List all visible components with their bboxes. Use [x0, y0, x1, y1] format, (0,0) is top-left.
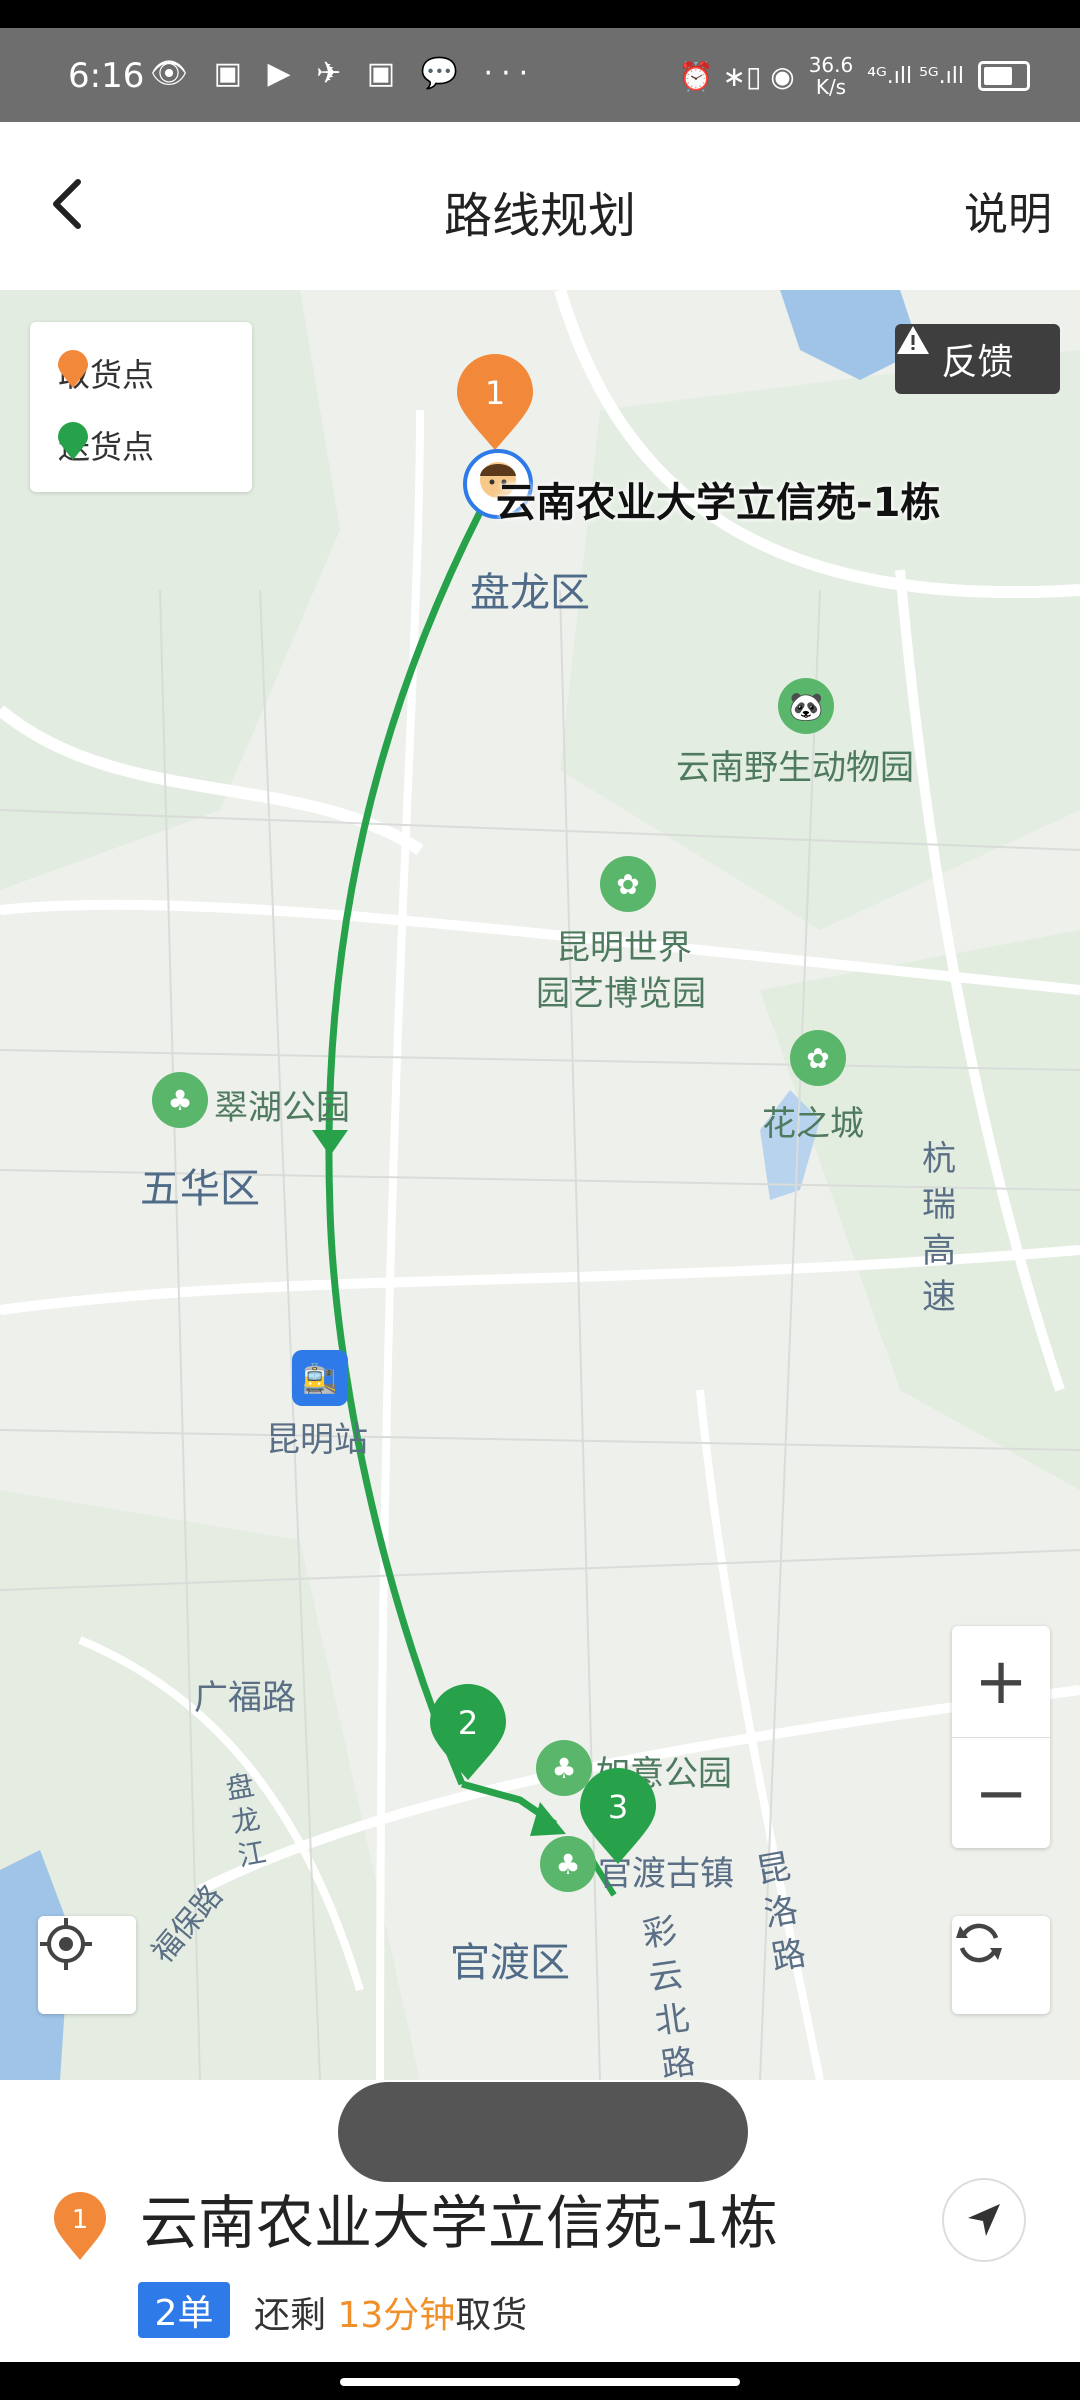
- pickup-number-pin-icon: 1: [54, 2192, 106, 2260]
- network-speed: 36.6 K/s: [809, 54, 854, 98]
- district-panlong: 盘龙区: [470, 570, 590, 616]
- poi-station-label: 昆明站: [266, 1420, 368, 1460]
- zoom-control: + −: [952, 1626, 1050, 1848]
- remain-suffix: 取货: [455, 2295, 528, 2336]
- battery-icon: [978, 61, 1030, 91]
- home-indicator[interactable]: [340, 2378, 740, 2386]
- remain-prefix: 还剩: [254, 2295, 327, 2336]
- poi-expo-label-2: 园艺博览园: [536, 974, 706, 1014]
- legend-dropoff: 送货点: [58, 422, 154, 468]
- network-speed-unit: K/s: [815, 75, 847, 99]
- marker-3-number: 3: [608, 1788, 628, 1826]
- district-guandu: 官渡区: [450, 1940, 570, 1986]
- warning-icon: [897, 326, 929, 354]
- status-bar-top: [0, 0, 1080, 28]
- pickup-countdown: 还剩 13分钟取货: [254, 2286, 527, 2338]
- station-icon[interactable]: 🚉: [292, 1350, 348, 1406]
- app-screen: 6:16 👁 ▣ ▶ ✈ ▣ 💬 ··· ⏰ ∗▯ ◉ 36.6 K/s ⁴ᴳ.…: [0, 0, 1080, 2400]
- cuihu-poi-icon[interactable]: ♣: [152, 1072, 208, 1128]
- explain-link[interactable]: 说明: [964, 178, 1052, 242]
- pickup-address: 云南农业大学立信苑-1栋: [140, 2189, 778, 2257]
- dropoff-pin-icon: [58, 422, 88, 460]
- order-count-badge: 2单: [138, 2282, 230, 2338]
- district-wuhua: 五华区: [140, 1166, 260, 1212]
- pickup-marker-1[interactable]: 1: [455, 352, 535, 450]
- zoom-out-button[interactable]: −: [952, 1738, 1050, 1849]
- dropoff-marker-3[interactable]: 3: [578, 1766, 658, 1864]
- refresh-icon: [956, 1923, 1002, 1963]
- status-bar: 6:16 👁 ▣ ▶ ✈ ▣ 💬 ··· ⏰ ∗▯ ◉ 36.6 K/s ⁴ᴳ.…: [0, 0, 1080, 122]
- sheet-drag-handle[interactable]: [338, 2082, 748, 2182]
- dropoff-marker-2[interactable]: 2: [428, 1682, 508, 1780]
- pickup-pin-icon: [58, 350, 88, 388]
- poi-zoo-label: 云南野生动物园: [676, 748, 914, 788]
- marker-1-number: 1: [485, 374, 505, 412]
- poi-expo-label-1: 昆明世界: [556, 928, 692, 968]
- feedback-button[interactable]: 反馈: [895, 324, 1060, 394]
- locate-button[interactable]: [38, 1916, 136, 2014]
- notification-icons: 👁 ▣ ▶ ✈ ▣ 💬 ···: [150, 56, 537, 91]
- zoo-poi-icon[interactable]: 🐼: [778, 678, 834, 734]
- legend-pickup: 取货点: [58, 350, 154, 396]
- poi-flower-label: 花之城: [762, 1104, 864, 1144]
- pickup-location-label: 云南农业大学立信苑-1栋: [496, 480, 941, 526]
- network-speed-value: 36.6: [808, 53, 854, 77]
- navigate-button[interactable]: [942, 2178, 1026, 2262]
- status-time: 6:16: [68, 56, 145, 96]
- crosshair-icon: [40, 1918, 92, 1970]
- alarm-bluetooth-location-icons: ⏰ ∗▯ ◉: [678, 59, 795, 93]
- status-right: ⏰ ∗▯ ◉ 36.6 K/s ⁴ᴳ.ıll ⁵ᴳ.ıll: [679, 54, 1030, 98]
- poi-cuihu-label: 翠湖公园: [214, 1088, 350, 1128]
- bottom-marker-number: 1: [72, 2205, 89, 2235]
- road-expressway: 杭瑞高速: [922, 1139, 956, 1317]
- road-guangfu: 广福路: [194, 1678, 296, 1718]
- zoom-in-button[interactable]: +: [952, 1626, 1050, 1737]
- feedback-label: 反馈: [941, 342, 1014, 383]
- nav-header: 路线规划 说明: [0, 122, 1080, 290]
- page-title: 路线规划: [443, 188, 636, 244]
- signal-icon: ⁴ᴳ.ıll ⁵ᴳ.ıll: [867, 63, 964, 89]
- flower-city-poi-icon[interactable]: ✿: [790, 1030, 846, 1086]
- expo-poi-icon[interactable]: ✿: [600, 856, 656, 912]
- refresh-button[interactable]: [952, 1916, 1050, 2014]
- marker-2-number: 2: [458, 1704, 478, 1742]
- map-legend: 取货点 送货点: [30, 322, 252, 492]
- navigation-arrow-icon: [968, 2204, 1000, 2236]
- route-map[interactable]: 取货点 送货点 反馈 1 云南农业大学立信苑-1栋 盘龙区 🐼 云南野生动物园 …: [0, 290, 1080, 2086]
- remain-time: 13分钟: [337, 2295, 456, 2336]
- home-indicator-bar: [0, 2362, 1080, 2400]
